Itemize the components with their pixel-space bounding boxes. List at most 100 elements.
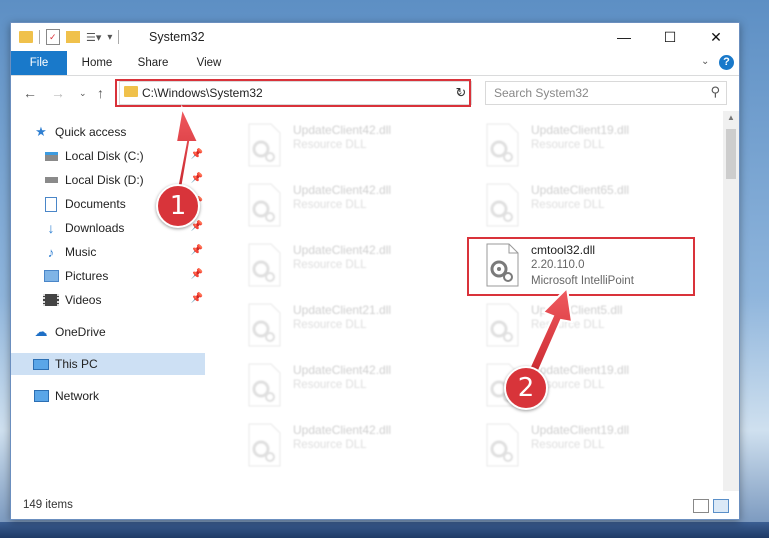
forward-arrow-icon[interactable]: → <box>51 85 65 101</box>
separator <box>39 30 40 44</box>
sidebar-item-label: Pictures <box>65 269 109 283</box>
pin-icon[interactable]: 📌 <box>191 173 203 184</box>
computer-icon <box>33 356 49 372</box>
callout-step-1: 1 <box>156 184 200 228</box>
file-description: Resource DLL <box>293 379 367 391</box>
list-item[interactable]: UpdateClient42.dll Resource DLL <box>233 239 463 297</box>
title-bar: ✓ ☰▾ ▾ System32 — ☐ ✕ <box>11 23 739 51</box>
sidebar-item-onedrive[interactable]: ☁ OneDrive <box>33 321 229 343</box>
customize-icon[interactable]: ☰▾ <box>86 31 101 44</box>
network-icon <box>33 388 49 404</box>
expand-ribbon-icon[interactable]: ⌄ <box>701 56 709 67</box>
separator <box>118 30 120 44</box>
list-item[interactable]: UpdateClient19.dll Resource DLL <box>471 119 701 177</box>
pin-icon[interactable]: 📌 <box>191 221 203 232</box>
dll-file-icon <box>248 423 281 467</box>
file-name: UpdateClient42.dll <box>293 363 392 377</box>
sidebar-item-label: This PC <box>55 357 98 371</box>
up-arrow-icon[interactable]: ↑ <box>97 85 104 101</box>
file-description: Resource DLL <box>531 199 605 211</box>
maximize-button[interactable]: ☐ <box>647 23 693 51</box>
search-box[interactable]: Search System32 ⚲ <box>485 81 727 105</box>
list-item[interactable]: UpdateClient65.dll Resource DLL <box>471 179 701 237</box>
sidebar-item-quick-access[interactable]: ★ Quick access <box>33 121 229 143</box>
sidebar-item-label: Videos <box>65 293 102 307</box>
file-name: UpdateClient42.dll <box>293 123 392 137</box>
documents-icon <box>43 196 59 212</box>
file-description: Resource DLL <box>293 199 367 211</box>
tab-share[interactable]: Share <box>131 51 175 75</box>
sidebar-item-local-disk-c[interactable]: Local Disk (C:) 📌 <box>43 145 207 167</box>
file-description: Resource DLL <box>293 259 367 271</box>
sidebar-item-label: Documents <box>65 197 126 211</box>
address-bar-highlight <box>115 79 471 107</box>
dll-file-icon <box>486 423 519 467</box>
list-item[interactable]: UpdateClient42.dll Resource DLL <box>233 359 463 417</box>
file-highlight <box>467 237 695 296</box>
star-icon: ★ <box>35 124 47 139</box>
file-name: UpdateClient42.dll <box>293 243 392 257</box>
item-count: 149 items <box>23 499 73 511</box>
sidebar-item-label: Network <box>55 389 100 403</box>
list-item[interactable]: UpdateClient5.dll Resource DLL <box>471 299 701 357</box>
file-description: Resource DLL <box>531 139 605 151</box>
downloads-icon: ↓ <box>47 220 55 236</box>
sidebar-item-videos[interactable]: Videos 📌 <box>43 289 207 311</box>
search-input[interactable]: Search System32 <box>494 86 589 100</box>
list-item[interactable]: UpdateClient19.dll Resource DLL <box>471 419 701 477</box>
ribbon-tabs: File Home Share View ⌄ ? <box>11 51 739 76</box>
dll-file-icon <box>248 123 281 167</box>
file-description: Resource DLL <box>293 319 367 331</box>
file-description: Resource DLL <box>531 319 605 331</box>
search-icon: ⚲ <box>710 84 720 99</box>
details-view-icon[interactable] <box>693 499 709 513</box>
dll-file-icon <box>248 183 281 227</box>
qat-dropdown-icon[interactable]: ▾ <box>107 32 112 43</box>
status-bar: 149 items <box>11 493 739 519</box>
pin-icon[interactable]: 📌 <box>191 269 203 280</box>
file-name: UpdateClient42.dll <box>293 183 392 197</box>
sidebar-item-music[interactable]: ♪ Music 📌 <box>43 241 207 263</box>
back-arrow-icon[interactable]: ← <box>23 85 37 101</box>
navigation-pane: ★ Quick access Local Disk (C:) 📌 Local D… <box>11 111 207 491</box>
properties-icon[interactable]: ✓ <box>46 29 60 45</box>
sidebar-item-pictures[interactable]: Pictures 📌 <box>43 265 207 287</box>
pin-icon[interactable]: 📌 <box>191 293 203 304</box>
sidebar-item-label: Local Disk (C:) <box>65 149 144 163</box>
list-item[interactable]: UpdateClient42.dll Resource DLL <box>233 419 463 477</box>
tab-home[interactable]: Home <box>75 51 119 75</box>
callout-step-2: 2 <box>504 366 548 410</box>
sidebar-item-label: Quick access <box>55 125 127 139</box>
file-name: UpdateClient65.dll <box>531 183 630 197</box>
pictures-icon <box>43 268 59 284</box>
minimize-button[interactable]: — <box>601 23 647 51</box>
file-list: UpdateClient42.dll Resource DLL UpdateCl… <box>219 111 723 491</box>
sidebar-item-network[interactable]: Network <box>33 385 229 407</box>
sidebar-item-label: Downloads <box>65 221 125 235</box>
file-name: UpdateClient42.dll <box>293 423 392 437</box>
recent-locations-chevron-icon[interactable]: ⌄ <box>79 88 87 99</box>
file-name: UpdateClient5.dll <box>531 303 623 317</box>
drive-icon <box>43 148 59 164</box>
large-icons-view-icon[interactable] <box>713 499 729 513</box>
scroll-thumb[interactable] <box>726 129 736 179</box>
list-item[interactable]: UpdateClient42.dll Resource DLL <box>233 119 463 177</box>
help-icon[interactable]: ? <box>719 55 734 70</box>
folder-icon[interactable] <box>19 31 33 43</box>
new-folder-icon[interactable] <box>66 31 80 43</box>
desktop-background <box>0 522 769 538</box>
list-item[interactable]: UpdateClient42.dll Resource DLL <box>233 179 463 237</box>
pin-icon[interactable]: 📌 <box>191 245 203 256</box>
dll-file-icon <box>486 123 519 167</box>
pin-icon[interactable]: 📌 <box>191 149 203 160</box>
tab-view[interactable]: View <box>187 51 231 75</box>
scroll-up-icon[interactable]: ▲ <box>727 113 735 122</box>
videos-icon <box>43 292 59 308</box>
sidebar-item-this-pc[interactable]: This PC <box>11 353 205 375</box>
sidebar-item-label: Local Disk (D:) <box>65 173 144 187</box>
vertical-scrollbar[interactable]: ▲ <box>723 111 739 491</box>
list-item[interactable]: UpdateClient21.dll Resource DLL <box>233 299 463 357</box>
close-button[interactable]: ✕ <box>693 23 739 51</box>
dll-file-icon <box>248 363 281 407</box>
tab-file[interactable]: File <box>11 51 67 75</box>
